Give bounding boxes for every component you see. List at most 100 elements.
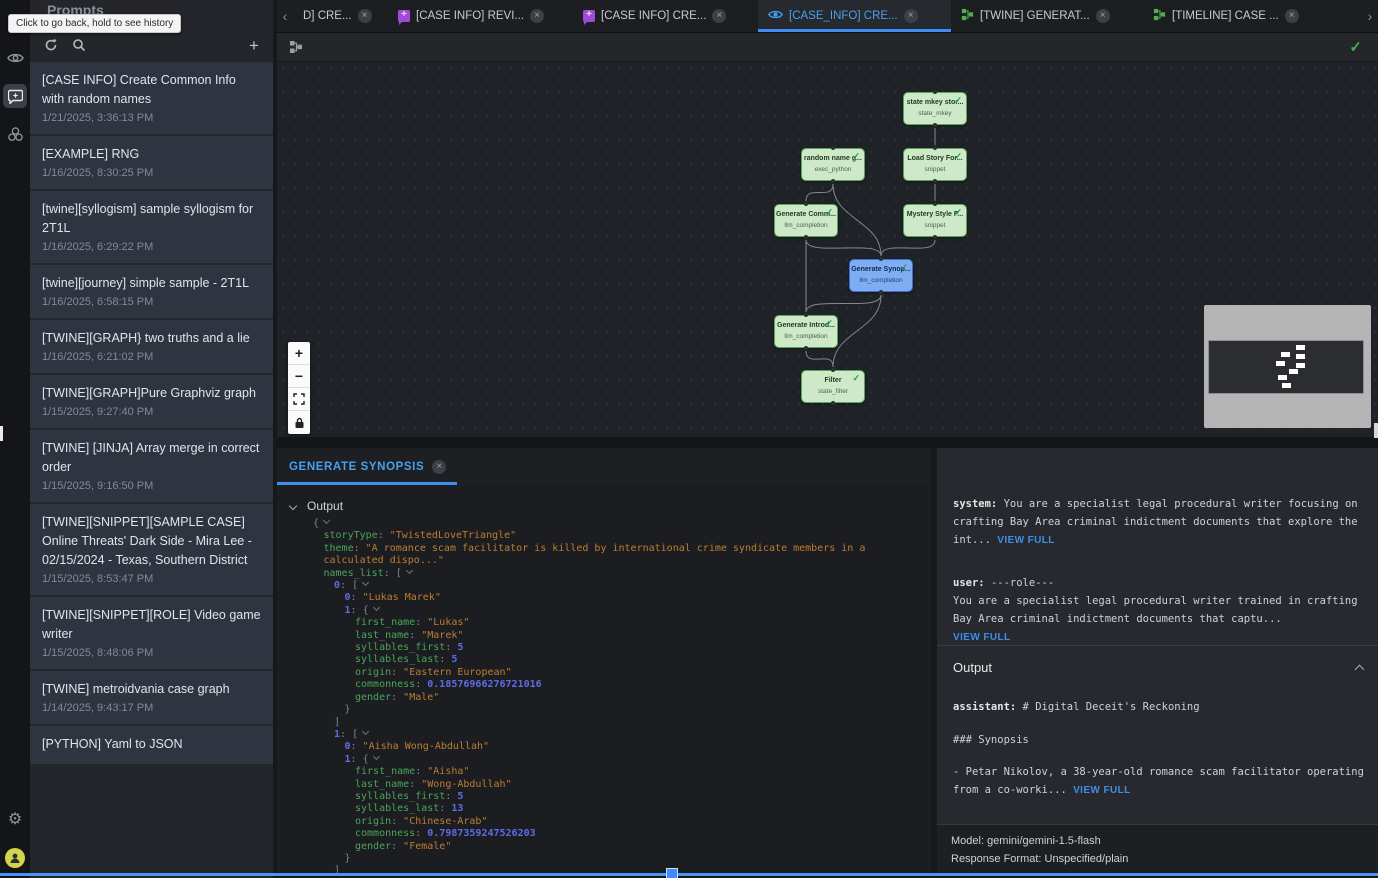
graph-node-load_story[interactable]: Load Story For...snippet✓ [903, 148, 967, 181]
list-item[interactable]: [TWINE][GRAPH]Pure Graphviz graph 1/15/20… [30, 375, 273, 428]
close-icon[interactable]: × [904, 9, 918, 23]
workflow-knot-icon[interactable] [3, 122, 27, 146]
bottom-resize-divider[interactable] [0, 873, 1378, 876]
lock-button[interactable] [288, 411, 310, 434]
section-divider [937, 645, 1378, 646]
zoom-in-button[interactable]: + [288, 342, 310, 365]
close-icon[interactable]: × [1096, 9, 1110, 23]
tab-bar: ‹ D] CRE...×[CASE INFO] REVI...×[CASE IN… [277, 0, 1378, 33]
refresh-icon[interactable] [42, 36, 60, 54]
graph-node-state_mkey[interactable]: state mkey stor...state_mkey✓ [903, 92, 967, 125]
right-scrollbar-thumb[interactable] [1374, 423, 1378, 438]
eye-icon [768, 9, 783, 23]
left-edge-handle[interactable] [0, 426, 3, 441]
list-item[interactable]: [PYTHON] Yaml to JSON [30, 726, 273, 764]
collapse-chevron-icon[interactable] [406, 568, 414, 576]
tab-d-cre-[interactable]: D] CRE...× [293, 0, 388, 32]
json-line: 1: { [277, 754, 931, 766]
add-prompt-button[interactable]: + [245, 36, 263, 54]
minimap-node [1296, 363, 1305, 368]
collapse-chevron-icon[interactable] [373, 754, 381, 762]
collapse-chevron-icon[interactable] [362, 580, 370, 588]
collapse-chevron-icon[interactable] [373, 605, 381, 613]
tab--twine-generat-[interactable]: [TWINE] GENERAT...× [951, 0, 1143, 32]
json-line: } [277, 853, 931, 865]
json-punct: : [439, 654, 451, 665]
close-icon[interactable]: × [530, 9, 544, 23]
list-item[interactable]: [CASE INFO] Create Common Info with rand… [30, 62, 273, 134]
canvas-bottom-divider[interactable] [277, 437, 1378, 448]
list-item[interactable]: [twine][syllogism] sample syllogism for … [30, 191, 273, 263]
close-icon[interactable]: × [1285, 9, 1299, 23]
settings-gear-icon[interactable]: ⚙ [3, 808, 27, 832]
user-avatar[interactable] [3, 846, 27, 870]
json-punct: : [391, 816, 403, 827]
json-line: commonness: 0.7987359247526203 [277, 828, 931, 840]
list-item[interactable]: [TWINE] [JINJA] Array merge in correct o… [30, 430, 273, 502]
list-item[interactable]: [TWINE][GRAPH} two truths and a lie1/16/… [30, 320, 273, 373]
tab--case-info-revi-[interactable]: [CASE INFO] REVI...× [388, 0, 573, 32]
json-punct: [ [352, 580, 358, 591]
graph-node-random_name[interactable]: random name g...exec_python✓ [801, 148, 865, 181]
close-icon[interactable]: × [358, 9, 372, 23]
graph-node-filter[interactable]: Filterstate_filter✓ [801, 370, 865, 403]
synopsis-text: - Petar Nikolov, a 38-year-old romance s… [953, 766, 1364, 796]
json-string: "Female" [403, 841, 451, 852]
minimap-node [1296, 354, 1305, 359]
auto-layout-icon[interactable] [289, 40, 303, 59]
node-graph-canvas[interactable]: state mkey stor...state_mkey✓random name… [277, 62, 1378, 437]
user-view-full-link[interactable]: VIEW FULL [953, 632, 1010, 643]
close-icon[interactable]: × [712, 9, 726, 23]
graph-node-gen_common[interactable]: Generate Comm...llm_completion✓ [774, 204, 838, 237]
minimap[interactable] [1204, 305, 1371, 428]
zoom-out-button[interactable]: − [288, 365, 310, 388]
graph-edge [833, 184, 881, 256]
collapse-chevron-icon[interactable] [323, 518, 331, 526]
tabs-scroll-left-icon[interactable]: ‹ [277, 0, 293, 32]
prompt-comment-icon[interactable] [3, 84, 27, 108]
json-line: syllables_first: 5 [277, 642, 931, 654]
list-item[interactable]: [TWINE] metroidvania case graph1/14/2025… [30, 671, 273, 724]
history-tooltip: Click to go back, hold to see history [8, 14, 181, 33]
json-punct: : [391, 692, 403, 703]
output-collapse-row[interactable]: Output [289, 499, 343, 513]
tab--case-info-cre-[interactable]: [CASE_INFO] CRE... × [758, 0, 951, 32]
eye-icon[interactable] [3, 46, 27, 70]
collapse-chevron-icon[interactable] [362, 729, 370, 737]
fit-view-button[interactable] [288, 388, 310, 411]
graph-node-gen_synopsis[interactable]: Generate Synop...llm_completion✓ [849, 259, 913, 292]
list-item[interactable]: [twine][journey] simple sample - 2T1L1/1… [30, 265, 273, 318]
system-view-full-link[interactable]: VIEW FULL [997, 535, 1054, 546]
list-item[interactable]: [EXAMPLE] RNG1/16/2025, 8:30:25 PM [30, 136, 273, 189]
prompt-timestamp: 1/14/2025, 9:43:17 PM [42, 702, 261, 714]
graph-node-mystery_style[interactable]: Mystery Style F...snippet✓ [903, 204, 967, 237]
json-key: commonness [355, 679, 415, 690]
prompt-title: [TWINE][GRAPH]Pure Graphviz graph [42, 384, 261, 403]
tab-label: [CASE_INFO] CRE... [789, 10, 898, 22]
json-number: 5 [451, 654, 457, 665]
list-item[interactable]: [TWINE][SNIPPET][ROLE] Video game writer… [30, 597, 273, 669]
synopsis-view-full-link[interactable]: VIEW FULL [1073, 785, 1130, 796]
list-item[interactable]: [TWINE][SNIPPET][SAMPLE CASE] Online Thr… [30, 504, 273, 595]
json-line: gender: "Male" [277, 692, 931, 704]
json-string: "Marek" [421, 630, 463, 641]
tab--timeline-case-[interactable]: [TIMELINE] CASE ...× [1143, 0, 1333, 32]
json-punct: : [415, 679, 427, 690]
json-key: syllables_first [355, 791, 445, 802]
json-string: "Eastern European" [403, 667, 511, 678]
system-label: system: [953, 498, 997, 510]
response-format-line: Response Format: Unspecified/plain [951, 850, 1378, 868]
tab-generate-synopsis[interactable]: GENERATE SYNOPSIS × [289, 448, 446, 485]
bottom-resize-handle[interactable] [666, 868, 678, 878]
output-header-row[interactable]: Output [953, 660, 1364, 675]
tab--case-info-cre-[interactable]: [CASE INFO] CRE...× [573, 0, 758, 32]
node-success-check-icon: ✓ [954, 151, 962, 162]
tabs-scroll-right-icon[interactable]: › [1362, 0, 1378, 32]
close-icon[interactable]: × [432, 460, 446, 474]
json-key: origin [355, 816, 391, 827]
json-line: syllables_last: 5 [277, 654, 931, 666]
json-punct: { [363, 754, 369, 765]
prompt-timestamp: 1/15/2025, 9:27:40 PM [42, 406, 261, 418]
graph-node-gen_intro[interactable]: Generate Introd...llm_completion✓ [774, 315, 838, 348]
search-icon[interactable] [70, 36, 88, 54]
